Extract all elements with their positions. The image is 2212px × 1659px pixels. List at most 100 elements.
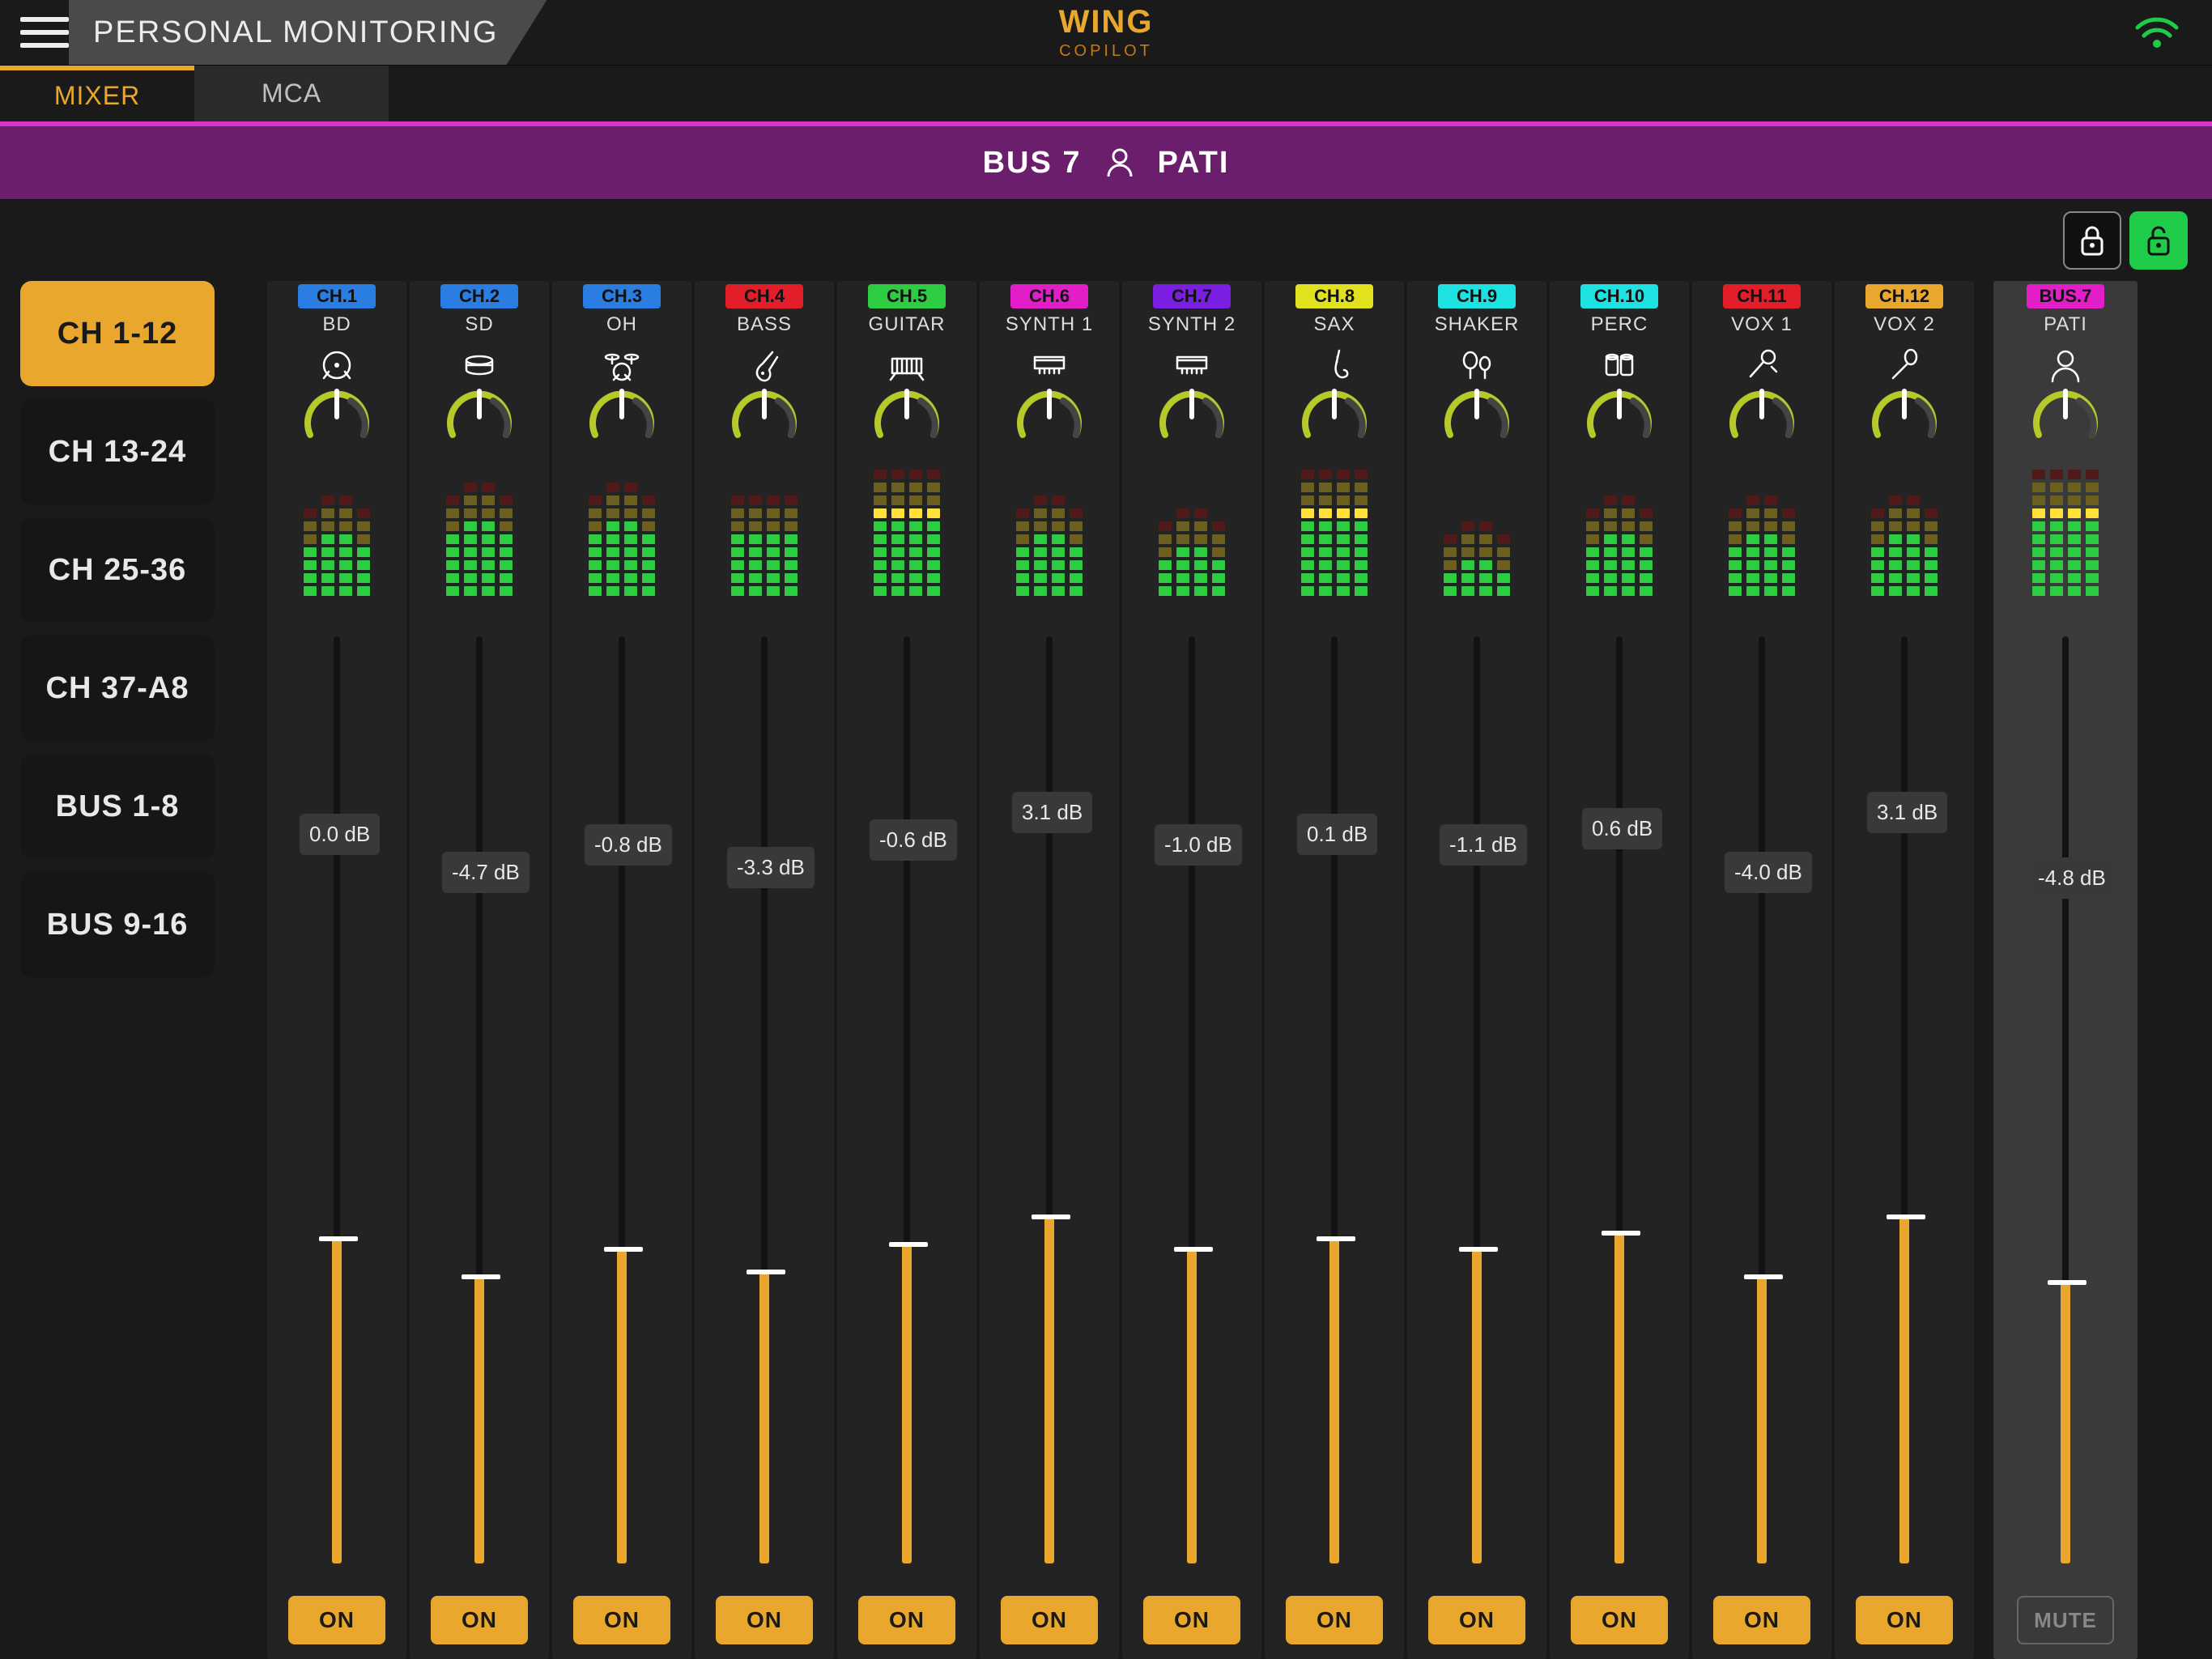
- lock-row: [0, 200, 2212, 281]
- fader[interactable]: -4.0 dB: [1692, 612, 1831, 1596]
- lock-button[interactable]: [2063, 211, 2121, 270]
- on-button[interactable]: ON: [1001, 1596, 1098, 1644]
- fader[interactable]: -3.3 dB: [695, 612, 834, 1596]
- channel-id-badge: CH.8: [1295, 284, 1373, 308]
- top-bar: PERSONAL MONITORING WING COPILOT: [0, 0, 2212, 65]
- kick-icon: [317, 342, 356, 388]
- pan-knob[interactable]: [1155, 388, 1228, 450]
- level-meter: [1725, 491, 1798, 596]
- channel-strip-CH.11: CH.11 VOX 1 -4.0 dB ON: [1692, 281, 1831, 1659]
- db-value: -4.8 dB: [2028, 857, 2116, 899]
- channel-strip-CH.12: CH.12 VOX 2 3.1 dB ON: [1835, 281, 1974, 1659]
- fader[interactable]: -1.0 dB: [1122, 612, 1261, 1596]
- fader[interactable]: -0.8 dB: [552, 612, 691, 1596]
- channel-id-badge: CH.2: [440, 284, 518, 308]
- keys-icon: [887, 342, 926, 388]
- channel-strip-CH.3: CH.3 OH -0.8 dB ON: [552, 281, 691, 1659]
- menu-icon[interactable]: [20, 8, 69, 57]
- on-button[interactable]: ON: [288, 1596, 385, 1644]
- on-button[interactable]: ON: [431, 1596, 528, 1644]
- channel-name: SD: [465, 313, 493, 336]
- bus-info-bar: BUS 7 PATI: [0, 121, 2212, 200]
- on-button[interactable]: ON: [716, 1596, 813, 1644]
- page-title: PERSONAL MONITORING: [93, 15, 498, 50]
- db-value: 0.6 dB: [1582, 808, 1662, 849]
- fader[interactable]: 0.6 dB: [1550, 612, 1689, 1596]
- sidebar-item-3[interactable]: CH 37-A8: [20, 636, 215, 741]
- channel-id-badge: CH.3: [583, 284, 661, 308]
- sidebar-item-2[interactable]: CH 25-36: [20, 517, 215, 623]
- on-button[interactable]: ON: [1428, 1596, 1525, 1644]
- channel-id-badge: CH.9: [1438, 284, 1516, 308]
- tab-mixer[interactable]: MIXER: [0, 66, 194, 121]
- channel-id-badge: CH.5: [868, 284, 946, 308]
- sidebar-item-4[interactable]: BUS 1-8: [20, 754, 215, 859]
- channel-strip-CH.10: CH.10 PERC 0.6 dB ON: [1550, 281, 1689, 1659]
- level-meter: [443, 491, 516, 596]
- drumkit-icon: [602, 342, 641, 388]
- on-button[interactable]: ON: [1856, 1596, 1953, 1644]
- channel-id-badge: CH.6: [1010, 284, 1088, 308]
- fader[interactable]: 3.1 dB: [1835, 612, 1974, 1596]
- sidebar-item-5[interactable]: BUS 9-16: [20, 872, 215, 977]
- channel-name: VOX 2: [1874, 313, 1935, 336]
- channel-name: SYNTH 1: [1006, 313, 1093, 336]
- sidebar-item-1[interactable]: CH 13-24: [20, 399, 215, 504]
- bus-number: BUS 7: [983, 146, 1082, 181]
- pan-knob[interactable]: [585, 388, 658, 450]
- fader[interactable]: -1.1 dB: [1407, 612, 1546, 1596]
- pan-knob[interactable]: [1868, 388, 1941, 450]
- tab-mca[interactable]: MCA: [194, 66, 389, 121]
- channel-id-badge: CH.1: [298, 284, 376, 308]
- pan-knob[interactable]: [300, 388, 373, 450]
- pan-knob[interactable]: [443, 388, 516, 450]
- fader[interactable]: -4.8 dB: [1993, 612, 2138, 1596]
- on-button[interactable]: ON: [1143, 1596, 1240, 1644]
- synth-icon: [1030, 342, 1069, 388]
- db-value: -3.3 dB: [727, 847, 815, 888]
- header-title-area: PERSONAL MONITORING: [69, 0, 547, 65]
- brand-subtitle: COPILOT: [1059, 42, 1154, 61]
- unlock-button[interactable]: [2129, 211, 2188, 270]
- fader[interactable]: -4.7 dB: [410, 612, 549, 1596]
- channel-id-badge: CH.12: [1865, 284, 1943, 308]
- pan-knob[interactable]: [1440, 388, 1513, 450]
- channel-strip-CH.4: CH.4 BASS -3.3 dB ON: [695, 281, 834, 1659]
- channel-name: SAX: [1313, 313, 1355, 336]
- channel-strip-CH.1: CH.1 BD 0.0 dB ON: [267, 281, 406, 1659]
- snare-icon: [460, 342, 499, 388]
- on-button[interactable]: ON: [1713, 1596, 1810, 1644]
- fader[interactable]: 0.0 dB: [267, 612, 406, 1596]
- channel-id-badge: CH.7: [1153, 284, 1231, 308]
- fader[interactable]: 3.1 dB: [980, 612, 1119, 1596]
- pan-knob[interactable]: [1583, 388, 1656, 450]
- channel-strip-CH.6: CH.6 SYNTH 1 3.1 dB ON: [980, 281, 1119, 1659]
- level-meter: [300, 491, 373, 596]
- level-meter: [1013, 491, 1086, 596]
- fader[interactable]: 0.1 dB: [1265, 612, 1404, 1596]
- on-button[interactable]: ON: [1571, 1596, 1668, 1644]
- db-value: -1.0 dB: [1155, 824, 1242, 866]
- level-meter: [1155, 491, 1228, 596]
- db-value: 3.1 dB: [1012, 792, 1092, 833]
- fader[interactable]: -0.6 dB: [837, 612, 976, 1596]
- mute-button[interactable]: MUTE: [2017, 1596, 2114, 1644]
- pan-knob[interactable]: [1013, 388, 1086, 450]
- bus-strip: BUS.7 PATI -4.8 dB MUTE: [1993, 281, 2138, 1659]
- channel-strip-CH.5: CH.5 GUITAR -0.6 dB ON: [837, 281, 976, 1659]
- mic2-icon: [1885, 342, 1924, 388]
- pan-knob[interactable]: [870, 388, 943, 450]
- level-meter: [1298, 491, 1371, 596]
- on-button[interactable]: ON: [573, 1596, 670, 1644]
- pan-knob[interactable]: [1298, 388, 1371, 450]
- db-value: -0.6 dB: [870, 819, 957, 861]
- pan-knob[interactable]: [2029, 388, 2102, 450]
- pan-knob[interactable]: [728, 388, 801, 450]
- level-meter: [2029, 491, 2102, 596]
- on-button[interactable]: ON: [1286, 1596, 1383, 1644]
- on-button[interactable]: ON: [858, 1596, 955, 1644]
- pan-knob[interactable]: [1725, 388, 1798, 450]
- db-value: 0.1 dB: [1297, 814, 1377, 855]
- channel-strip-CH.2: CH.2 SD -4.7 dB ON: [410, 281, 549, 1659]
- sidebar-item-0[interactable]: CH 1-12: [20, 281, 215, 386]
